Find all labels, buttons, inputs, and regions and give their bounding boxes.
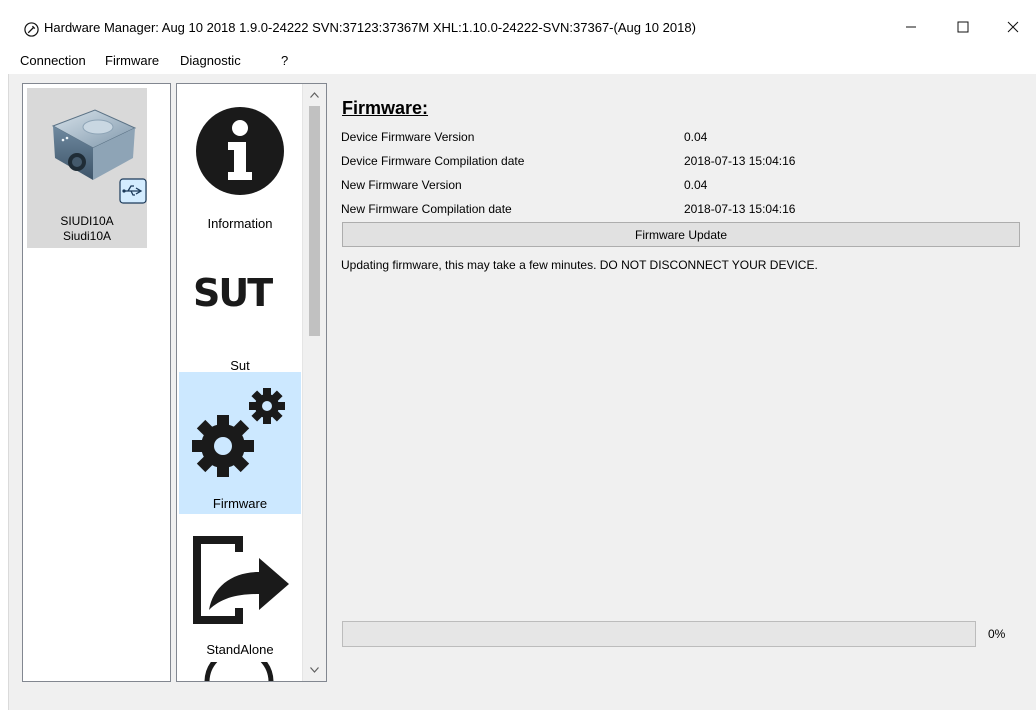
device-item[interactable]: SIUDI10A Siudi10A bbox=[27, 88, 147, 248]
menu-help[interactable]: ? bbox=[281, 53, 288, 68]
usb-icon bbox=[119, 178, 147, 204]
gears-icon bbox=[192, 388, 285, 477]
svg-text:SUT: SUT bbox=[193, 272, 273, 312]
scrollbar-thumb[interactable] bbox=[309, 106, 320, 336]
plugin-item-firmware[interactable]: Firmware bbox=[179, 372, 301, 514]
export-arrow-icon bbox=[193, 536, 289, 624]
device-name: SIUDI10A bbox=[60, 214, 114, 228]
plugin-label-standalone: StandAlone bbox=[206, 642, 274, 657]
new-fw-version-label: New Firmware Version bbox=[341, 178, 462, 192]
info-icon bbox=[196, 107, 284, 195]
device-subname: Siudi10A bbox=[62, 229, 112, 243]
device-fw-date-value: 2018-07-13 15:04:16 bbox=[684, 154, 796, 168]
minimize-icon[interactable] bbox=[888, 10, 934, 44]
plugin-label-firmware: Firmware bbox=[212, 496, 268, 511]
progress-bar bbox=[342, 621, 976, 647]
plugin-item-information[interactable]: Information bbox=[179, 88, 301, 231]
progress-percent: 0% bbox=[988, 627, 1006, 641]
new-fw-date-value: 2018-07-13 15:04:16 bbox=[684, 202, 796, 216]
window-title: Hardware Manager: Aug 10 2018 1.9.0-2422… bbox=[44, 20, 696, 35]
new-fw-version-value: 0.04 bbox=[684, 178, 708, 192]
plugin-item-sut[interactable]: SUT Sut bbox=[179, 230, 301, 373]
close-icon[interactable] bbox=[990, 10, 1036, 44]
new-fw-date-label: New Firmware Compilation date bbox=[341, 202, 512, 216]
firmware-update-button[interactable]: Firmware Update bbox=[342, 222, 1020, 247]
firmware-section-title: Firmware: bbox=[342, 98, 429, 118]
maximize-icon[interactable] bbox=[940, 10, 986, 44]
plugin-label-sut: Sut bbox=[230, 358, 250, 373]
plugin-label-information: Information bbox=[207, 216, 273, 231]
menu-connection[interactable]: Connection bbox=[20, 53, 86, 68]
status-message: Updating firmware, this may take a few m… bbox=[341, 258, 818, 272]
plugin-scrollbar[interactable] bbox=[302, 84, 326, 681]
plugin-list: Information SUT Sut Firmware StandAlone bbox=[176, 83, 327, 682]
scroll-up-icon[interactable] bbox=[303, 86, 326, 104]
device-fw-version-value: 0.04 bbox=[684, 130, 708, 144]
title-bar: Hardware Manager: Aug 10 2018 1.9.0-2422… bbox=[0, 0, 1036, 46]
device-fw-version-label: Device Firmware Version bbox=[341, 130, 475, 144]
dmx-interface-device-icon bbox=[51, 109, 137, 180]
app-icon bbox=[24, 22, 39, 37]
next-plugin-icon bbox=[204, 662, 274, 681]
plugin-item-standalone[interactable]: StandAlone bbox=[179, 514, 301, 657]
menu-bar: Connection Firmware Diagnostic ? bbox=[0, 46, 1036, 74]
sut-logo-icon: SUT bbox=[193, 272, 275, 312]
device-fw-date-label: Device Firmware Compilation date bbox=[341, 154, 525, 168]
scroll-down-icon[interactable] bbox=[303, 661, 326, 679]
menu-diagnostic[interactable]: Diagnostic bbox=[180, 53, 241, 68]
menu-firmware[interactable]: Firmware bbox=[105, 53, 159, 68]
device-list: SIUDI10A Siudi10A bbox=[22, 83, 171, 682]
